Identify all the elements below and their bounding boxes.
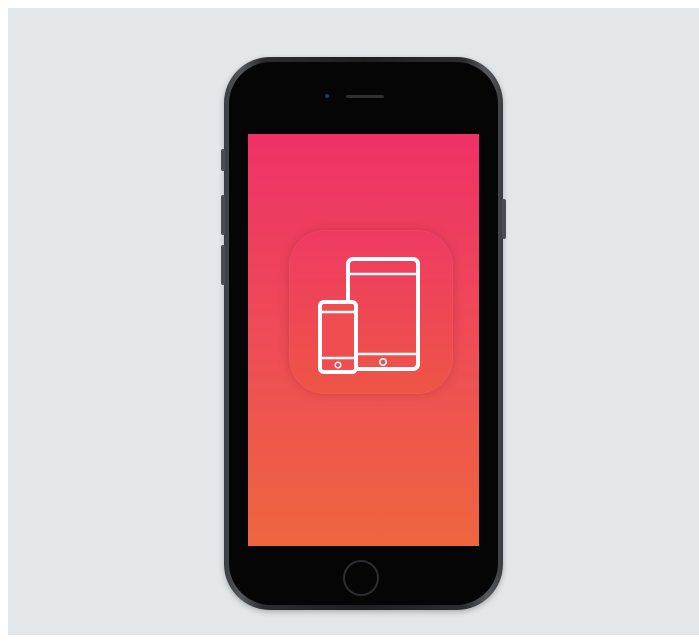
earpiece-speaker (346, 95, 384, 98)
volume-down-button (221, 245, 225, 285)
tablet-icon (346, 257, 420, 371)
devices-icon[interactable] (289, 230, 453, 394)
phone-icon (318, 300, 358, 374)
iphone-device (221, 57, 506, 610)
power-button (502, 199, 506, 239)
mute-switch (221, 149, 225, 171)
volume-up-button (221, 195, 225, 235)
phone-screen (248, 134, 479, 546)
front-camera (325, 94, 329, 98)
devices-glyph (318, 257, 420, 374)
backdrop (8, 8, 699, 635)
home-button-icon[interactable] (343, 560, 379, 596)
